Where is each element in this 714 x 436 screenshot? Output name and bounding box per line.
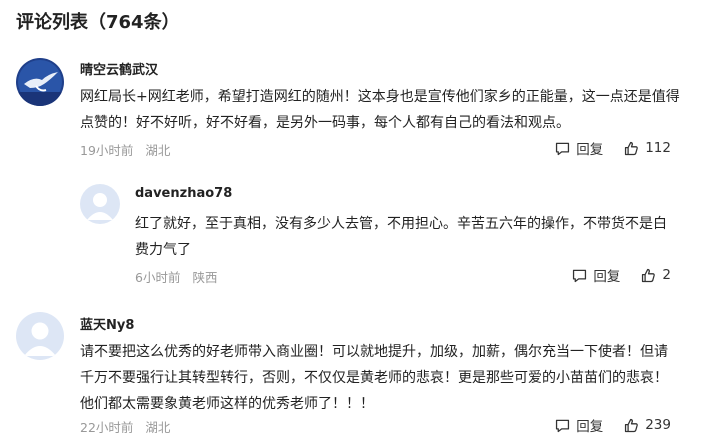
reply-label: 回复 — [593, 269, 621, 285]
reply-label: 回复 — [576, 142, 604, 158]
like-count: 2 — [662, 267, 671, 283]
page-title: 评论列表（764条） — [16, 12, 180, 33]
comment-actions: 回复 239 — [554, 415, 671, 435]
avatar[interactable] — [16, 312, 64, 360]
comment-bubble-icon — [556, 142, 570, 155]
comment-text: 请不要把这么优秀的好老师带入商业圈！可以就地提升，加级，加薪，偶尔充当一下使者！… — [80, 344, 668, 412]
comment-text: 网红局长+网红老师，希望打造网红的随州！这本身也是宣传他们家乡的正能量，这一点还… — [80, 89, 680, 131]
comment-meta: 19小时前 湖北 — [80, 140, 170, 159]
reply-button[interactable]: 回复 — [554, 415, 603, 435]
reply-button[interactable]: 回复 — [571, 265, 620, 285]
comment-actions: 回复 112 — [554, 138, 671, 158]
reply-label: 回复 — [576, 419, 604, 435]
avatar[interactable] — [80, 184, 120, 224]
thumbs-up-icon — [625, 418, 639, 432]
avatar[interactable] — [16, 58, 64, 106]
comment-time: 6小时前 — [135, 270, 181, 285]
thumbs-up-icon — [642, 268, 656, 282]
like-count: 112 — [645, 140, 671, 156]
reply-button[interactable]: 回复 — [554, 138, 603, 158]
comment-time: 19小时前 — [80, 143, 134, 158]
comment-username[interactable]: davenzhao78 — [135, 186, 232, 201]
like-button[interactable]: 2 — [640, 267, 671, 284]
thumbs-up-icon — [625, 141, 639, 155]
comment-username[interactable]: 晴空云鹤武汉 — [80, 59, 158, 78]
comment-time: 22小时前 — [80, 420, 134, 435]
comment-bubble-icon — [573, 269, 587, 282]
comment-location: 湖北 — [145, 143, 171, 158]
like-button[interactable]: 239 — [623, 417, 671, 434]
comment-location: 陕西 — [192, 270, 218, 285]
comment-meta: 6小时前 陕西 — [135, 267, 217, 286]
comment-meta: 22小时前 湖北 — [80, 417, 170, 436]
comment-actions: 回复 2 — [571, 265, 671, 285]
comment-bubble-icon — [556, 419, 570, 432]
like-count: 239 — [645, 417, 671, 433]
comment-text: 红了就好，至于真相，没有多少人去管，不用担心。辛苦五六年的操作，不带货不是白费力… — [135, 216, 667, 258]
like-button[interactable]: 112 — [623, 140, 671, 157]
comment-location: 湖北 — [145, 420, 171, 435]
comment-username[interactable]: 蓝天Ny8 — [80, 314, 134, 333]
